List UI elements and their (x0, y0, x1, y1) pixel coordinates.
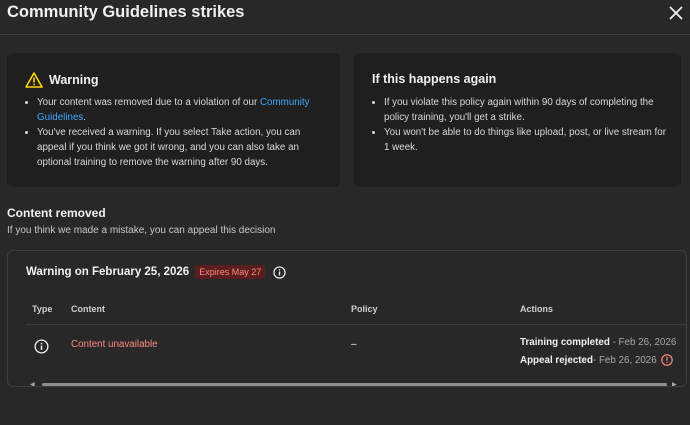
again-bullet: If you violate this policy again within … (384, 95, 674, 125)
content-removed-title: Content removed (7, 206, 106, 220)
column-header-policy: Policy (351, 304, 378, 314)
scrollbar-thumb[interactable] (42, 383, 667, 386)
warning-triangle-icon (25, 72, 43, 88)
column-header-type: Type (32, 304, 53, 314)
expires-badge: Expires May 27 (195, 265, 266, 279)
action-appeal-date: - Feb 26, 2026 (592, 354, 657, 366)
table-header-divider (26, 324, 686, 325)
warning-bullet-text: Your content was removed due to a violat… (37, 97, 260, 108)
header-divider (0, 34, 690, 35)
strike-title: Warning on February 25, 2026 (26, 266, 190, 278)
column-header-actions: Actions (520, 304, 554, 314)
action-appeal-label: Appeal rejected (520, 354, 593, 366)
warning-card-heading: Warning (25, 72, 99, 88)
warning-heading-text: Warning (49, 73, 99, 87)
horizontal-scrollbar[interactable]: ◀ ▶ (26, 381, 681, 386)
content-removed-subtitle: If you think we made a mistake, you can … (7, 225, 276, 236)
warning-bullet: Your content was removed due to a violat… (37, 95, 327, 125)
action-training: Training completed - Feb 26, 2026 (520, 337, 676, 348)
action-training-label: Training completed (520, 337, 610, 348)
content-unavailable-link[interactable]: Content unavailable (71, 339, 158, 350)
strike-title-row: Warning on February 25, 2026 Expires May… (26, 265, 286, 279)
close-icon[interactable] (666, 3, 686, 23)
warning-bullet-end: . (83, 112, 87, 123)
action-appeal: Appeal rejected - Feb 26, 2026 (520, 354, 673, 366)
dialog-header: Community Guidelines strikes (0, 0, 690, 30)
again-bullet: You won't be able to do things like uplo… (384, 125, 674, 155)
column-header-content: Content (71, 304, 105, 314)
again-bullets: If you violate this policy again within … (372, 95, 674, 155)
warning-card: Warning Your content was removed due to … (7, 53, 340, 187)
warning-bullets: Your content was removed due to a violat… (25, 95, 327, 170)
info-icon (34, 339, 49, 354)
scroll-left-arrow-icon[interactable]: ◀ (30, 381, 35, 386)
warning-bullet: You've received a warning. If you select… (37, 125, 327, 170)
scroll-right-arrow-icon[interactable]: ▶ (672, 381, 677, 386)
dialog-title: Community Guidelines strikes (7, 3, 245, 21)
again-card-heading: If this happens again (372, 72, 497, 86)
info-icon[interactable] (273, 265, 286, 279)
action-training-date: - Feb 26, 2026 (609, 337, 677, 348)
strike-panel: Warning on February 25, 2026 Expires May… (7, 250, 687, 387)
policy-value: – (351, 339, 357, 350)
if-happens-again-card: If this happens again If you violate thi… (354, 53, 681, 187)
error-icon[interactable] (660, 354, 673, 366)
